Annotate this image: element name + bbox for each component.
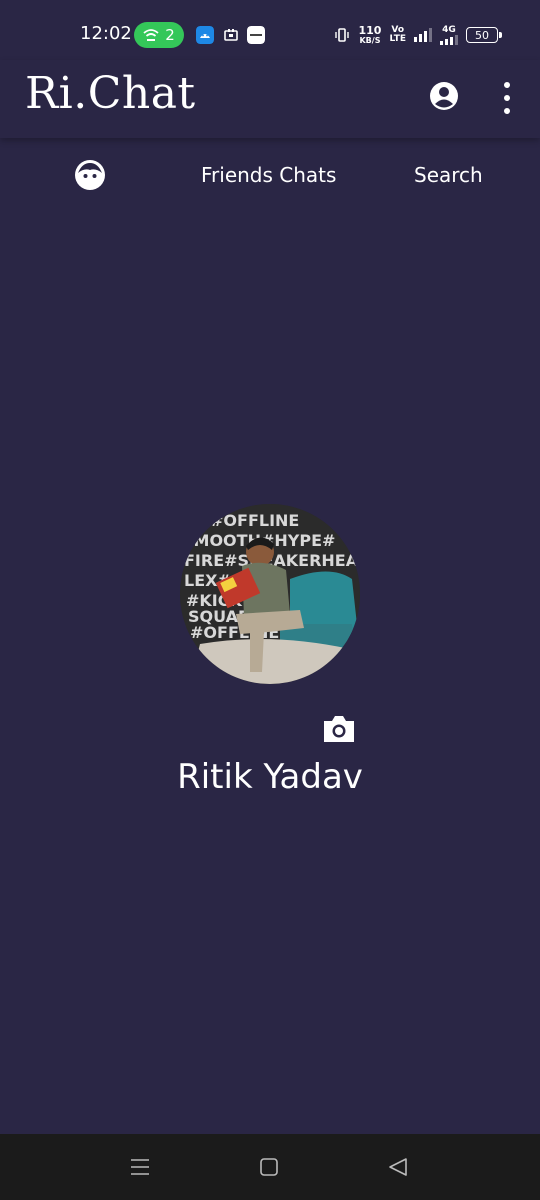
android-app-icon (196, 26, 214, 44)
signal-bars-sim1-icon (414, 28, 432, 42)
account-circle-icon[interactable] (428, 80, 460, 112)
more-vert-icon[interactable] (497, 82, 517, 114)
battery-icon: 50 (466, 27, 502, 43)
hotspot-count: 2 (165, 26, 175, 44)
app-bar: Ri.Chat (0, 60, 540, 138)
menu-lines-icon[interactable] (128, 1155, 152, 1179)
tab-search[interactable]: Search (414, 163, 483, 187)
status-time: 12:02 (80, 23, 132, 44)
status-bar: 12:02 2 110 KB/S Vo LTE 4G 50 (0, 0, 540, 60)
signal-sim2: 4G (440, 24, 458, 45)
avatar-wall-text-1: #OFFLINE (210, 511, 299, 530)
volte-line-2: LTE (389, 34, 406, 44)
vibrate-icon (335, 28, 350, 42)
volte-indicator: Vo LTE (389, 26, 406, 44)
notification-app-icon (247, 26, 265, 44)
system-nav-bar (0, 1134, 540, 1200)
net-speed-value: 110 (358, 23, 382, 37)
avatar[interactable]: #OFFLINE SMOOTH#HYPE# FIRE#SNEAKERHEAD L… (180, 504, 360, 684)
user-name: Ritik Yadav (177, 757, 363, 797)
avatar-photo: #OFFLINE SMOOTH#HYPE# FIRE#SNEAKERHEAD L… (180, 504, 360, 684)
battery-level: 50 (475, 28, 489, 42)
app-title: Ri.Chat (25, 68, 196, 119)
status-indicators: 110 KB/S Vo LTE 4G 50 (334, 22, 502, 48)
triangle-back-icon[interactable] (386, 1155, 410, 1179)
tab-friends-chats[interactable]: Friends Chats (201, 163, 336, 187)
net-speed-unit: KB/S (359, 35, 381, 45)
network-type: 4G (442, 24, 456, 35)
tab-bar: Friends Chats Search (0, 145, 540, 205)
calendar-app-icon (224, 29, 238, 41)
hotspot-indicator: 2 (134, 22, 184, 48)
network-speed: 110 KB/S (358, 23, 382, 45)
square-icon[interactable] (257, 1155, 281, 1179)
wifi-hotspot-icon (143, 29, 159, 41)
signal-bars-sim2-icon (440, 34, 458, 45)
face-icon[interactable] (74, 159, 106, 191)
camera-icon[interactable] (322, 714, 356, 744)
